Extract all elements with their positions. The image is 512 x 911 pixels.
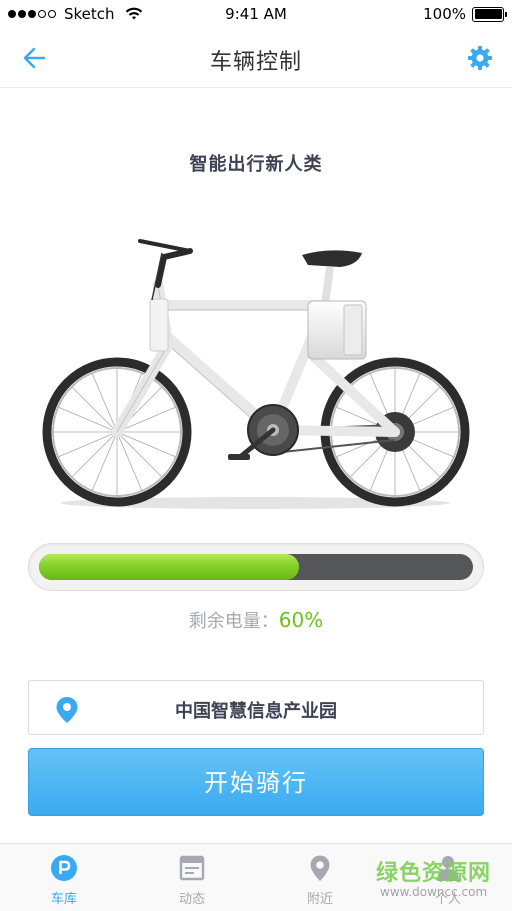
battery-progress-track: [39, 554, 473, 580]
gear-icon: [468, 46, 492, 70]
location-selector[interactable]: 中国智慧信息产业园: [28, 680, 484, 735]
location-pin-icon: [310, 855, 330, 881]
watermark-url: www.downcc.com: [380, 885, 488, 899]
status-bar: Sketch 9:41 AM 100%: [0, 0, 512, 28]
watermark: 绿色资源网 www.downcc.com: [376, 855, 506, 907]
settings-button[interactable]: [466, 44, 494, 72]
start-riding-button[interactable]: 开始骑行: [28, 748, 484, 816]
battery-icon: [472, 6, 507, 22]
tab-news[interactable]: 动态: [128, 844, 256, 911]
battery-label: 剩余电量：: [188, 611, 279, 632]
tab-nearby[interactable]: 附近: [256, 844, 384, 911]
battery-progress-bar: [28, 543, 484, 591]
battery-percent: 100%: [423, 5, 466, 23]
page-title: 车辆控制: [209, 50, 302, 75]
status-right: 100%: [423, 5, 507, 23]
watermark-title: 绿色资源网: [376, 861, 492, 886]
nav-bar: 车辆控制: [0, 28, 512, 88]
location-name: 中国智慧信息产业园: [175, 701, 337, 722]
parking-icon: [51, 855, 77, 881]
tab-label: 车库: [50, 892, 77, 907]
tab-label: 附近: [306, 892, 333, 907]
bike-image: [42, 239, 470, 509]
tab-label: 动态: [178, 892, 205, 907]
tab-garage[interactable]: 车库: [0, 844, 128, 911]
news-icon: [179, 855, 205, 881]
battery-value: 60%: [278, 608, 324, 632]
battery-progress-fill: [39, 554, 300, 580]
battery-remaining: 剩余电量：60%: [0, 607, 512, 633]
slogan-text: 智能出行新人类: [189, 154, 323, 175]
